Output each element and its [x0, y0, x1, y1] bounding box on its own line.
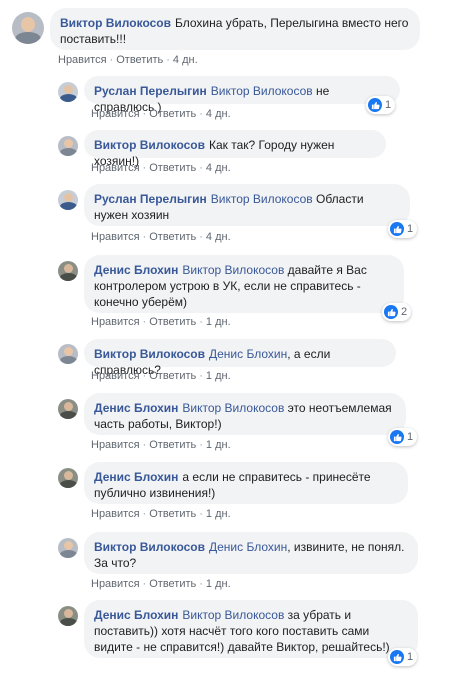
reaction-count[interactable]: 1 — [388, 428, 418, 446]
avatar[interactable] — [58, 468, 78, 488]
mention-link[interactable]: Виктор Вилокосов — [182, 263, 284, 277]
comment-bubble: Денис Блохин а если не справитесь - прине… — [84, 462, 408, 504]
comment-author[interactable]: Руслан Перелыгин — [94, 192, 207, 206]
reply-button[interactable]: Ответить — [149, 162, 196, 174]
avatar[interactable] — [58, 344, 78, 364]
reply-button[interactable]: Ответить — [149, 370, 196, 382]
comment-thread: Виктор Вилокосов Блохина убрать, Перелыги… — [0, 0, 454, 680]
like-icon — [390, 222, 404, 236]
comment-bubble: Денис Блохин Виктор Вилокосов давайте я В… — [84, 255, 404, 313]
comment-bubble: Руслан Перелыгин Виктор Вилокосов Области… — [84, 184, 410, 226]
reaction-count[interactable]: 1 — [366, 96, 396, 114]
comment-author[interactable]: Денис Блохин — [94, 608, 178, 622]
reply-button[interactable]: Ответить — [149, 108, 196, 120]
like-button[interactable]: Нравится — [91, 316, 140, 328]
reply-button[interactable]: Ответить — [149, 231, 196, 243]
comment-bubble: Денис Блохин Виктор Вилокосов за убрать и… — [84, 600, 418, 658]
reply-button[interactable]: Ответить — [149, 316, 196, 328]
comment-time[interactable]: 4 дн. — [206, 162, 231, 174]
comment-bubble: Руслан Перелыгин Виктор Вилокосов не спра… — [84, 76, 400, 114]
comment-time[interactable]: 4 дн. — [206, 108, 231, 120]
comment-author[interactable]: Денис Блохин — [94, 263, 178, 277]
comment-actions: Нравится · Ответить · 4 дн. — [91, 231, 231, 243]
avatar[interactable] — [58, 538, 78, 558]
comment-actions: Нравится · Ответить · 4 дн. — [58, 54, 198, 66]
comment-time[interactable]: 1 дн. — [206, 578, 231, 590]
avatar[interactable] — [58, 82, 78, 102]
avatar[interactable] — [58, 399, 78, 419]
mention-link[interactable]: Денис Блохин — [209, 347, 287, 361]
comment-author[interactable]: Виктор Вилокосов — [94, 138, 205, 152]
reaction-count[interactable]: 2 — [382, 303, 412, 321]
comment-author[interactable]: Виктор Вилокосов — [94, 347, 205, 361]
comment-actions: Нравится · Ответить · 1 дн. — [91, 578, 231, 590]
like-icon — [390, 650, 404, 664]
comment-author[interactable]: Виктор Вилокосов — [60, 16, 171, 30]
like-button[interactable]: Нравится — [91, 231, 140, 243]
mention-link[interactable]: Денис Блохин — [209, 540, 287, 554]
comment-author[interactable]: Денис Блохин — [94, 470, 178, 484]
reaction-count[interactable]: 1 — [388, 648, 418, 666]
comment-bubble: Виктор Вилокосов Как так? Городу нужен хо… — [84, 130, 386, 168]
comment-time[interactable]: 1 дн. — [206, 508, 231, 520]
reply-button[interactable]: Ответить — [149, 439, 196, 451]
like-icon — [384, 305, 398, 319]
like-icon — [390, 430, 404, 444]
comment-author[interactable]: Денис Блохин — [94, 401, 178, 415]
comment-actions: Нравится · Ответить · 4 дн. — [91, 108, 231, 120]
mention-link[interactable]: Виктор Вилокосов — [182, 608, 284, 622]
like-button[interactable]: Нравится — [58, 54, 107, 66]
comment-time[interactable]: 1 дн. — [206, 370, 231, 382]
comment-author[interactable]: Виктор Вилокосов — [94, 540, 205, 554]
like-button[interactable]: Нравится — [91, 162, 140, 174]
mention-link[interactable]: Виктор Вилокосов — [211, 84, 313, 98]
like-button[interactable]: Нравится — [91, 108, 140, 120]
comment-bubble: Виктор Вилокосов Денис Блохин, извините, … — [84, 532, 418, 574]
avatar[interactable] — [58, 261, 78, 281]
avatar[interactable] — [58, 190, 78, 210]
comment-actions: Нравится · Ответить · 1 дн. — [91, 439, 231, 451]
comment-actions: Нравится · Ответить · 1 дн. — [91, 508, 231, 520]
comment-time[interactable]: 1 дн. — [206, 316, 231, 328]
comment-actions: Нравится · Ответить · 1 дн. — [91, 370, 231, 382]
comment-time[interactable]: 4 дн. — [173, 54, 198, 66]
like-icon — [368, 98, 382, 112]
avatar[interactable] — [58, 606, 78, 626]
comment-time[interactable]: 4 дн. — [206, 231, 231, 243]
like-button[interactable]: Нравится — [91, 439, 140, 451]
like-button[interactable]: Нравится — [91, 508, 140, 520]
reply-button[interactable]: Ответить — [149, 508, 196, 520]
comment-time[interactable]: 1 дн. — [206, 439, 231, 451]
comment-actions: Нравится · Ответить · 1 дн. — [91, 316, 231, 328]
reaction-count[interactable]: 1 — [388, 220, 418, 238]
like-button[interactable]: Нравится — [91, 578, 140, 590]
avatar[interactable] — [12, 12, 44, 44]
comment-actions: Нравится · Ответить · 4 дн. — [91, 162, 231, 174]
comment-bubble: Виктор Вилокосов Блохина убрать, Перелыги… — [50, 8, 420, 50]
comment-bubble: Денис Блохин Виктор Вилокосов это неотъем… — [84, 393, 406, 435]
mention-link[interactable]: Виктор Вилокосов — [211, 192, 313, 206]
like-button[interactable]: Нравится — [91, 370, 140, 382]
reply-button[interactable]: Ответить — [116, 54, 163, 66]
avatar[interactable] — [58, 136, 78, 156]
comment-bubble: Виктор Вилокосов Денис Блохин, а если спр… — [84, 339, 396, 377]
reply-button[interactable]: Ответить — [149, 578, 196, 590]
comment-author[interactable]: Руслан Перелыгин — [94, 84, 207, 98]
mention-link[interactable]: Виктор Вилокосов — [182, 401, 284, 415]
